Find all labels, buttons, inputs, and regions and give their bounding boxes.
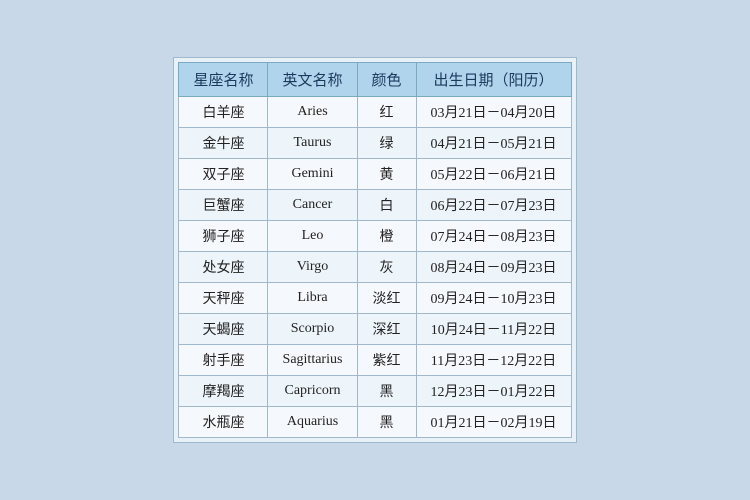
table-cell: 红 <box>357 97 416 128</box>
table-row: 天秤座Libra淡红09月24日－10月23日 <box>179 283 571 314</box>
table-cell: 金牛座 <box>179 128 268 159</box>
table-cell: 绿 <box>357 128 416 159</box>
table-cell: Taurus <box>268 128 357 159</box>
table-cell: 橙 <box>357 221 416 252</box>
table-cell: Aquarius <box>268 407 357 438</box>
table-cell: 11月23日－12月22日 <box>416 345 571 376</box>
table-header-cell: 颜色 <box>357 63 416 97</box>
table-header-cell: 星座名称 <box>179 63 268 97</box>
zodiac-table-container: 星座名称英文名称颜色出生日期（阳历） 白羊座Aries红03月21日－04月20… <box>173 57 576 443</box>
table-cell: 双子座 <box>179 159 268 190</box>
table-cell: Capricorn <box>268 376 357 407</box>
table-cell: 巨蟹座 <box>179 190 268 221</box>
table-cell: 摩羯座 <box>179 376 268 407</box>
table-cell: 07月24日－08月23日 <box>416 221 571 252</box>
table-row: 狮子座Leo橙07月24日－08月23日 <box>179 221 571 252</box>
table-cell: 黑 <box>357 407 416 438</box>
table-cell: 天秤座 <box>179 283 268 314</box>
table-cell: 水瓶座 <box>179 407 268 438</box>
table-cell: 05月22日－06月21日 <box>416 159 571 190</box>
table-row: 金牛座Taurus绿04月21日－05月21日 <box>179 128 571 159</box>
table-cell: 射手座 <box>179 345 268 376</box>
table-row: 天蝎座Scorpio深红10月24日－11月22日 <box>179 314 571 345</box>
table-cell: 黄 <box>357 159 416 190</box>
table-row: 水瓶座Aquarius黑01月21日－02月19日 <box>179 407 571 438</box>
table-row: 白羊座Aries红03月21日－04月20日 <box>179 97 571 128</box>
table-row: 处女座Virgo灰08月24日－09月23日 <box>179 252 571 283</box>
table-row: 双子座Gemini黄05月22日－06月21日 <box>179 159 571 190</box>
table-cell: Gemini <box>268 159 357 190</box>
table-cell: 03月21日－04月20日 <box>416 97 571 128</box>
table-header-row: 星座名称英文名称颜色出生日期（阳历） <box>179 63 571 97</box>
table-cell: 灰 <box>357 252 416 283</box>
table-cell: 天蝎座 <box>179 314 268 345</box>
table-cell: 12月23日－01月22日 <box>416 376 571 407</box>
table-cell: 09月24日－10月23日 <box>416 283 571 314</box>
table-cell: 08月24日－09月23日 <box>416 252 571 283</box>
table-cell: 黑 <box>357 376 416 407</box>
table-cell: Libra <box>268 283 357 314</box>
table-cell: Scorpio <box>268 314 357 345</box>
table-cell: 狮子座 <box>179 221 268 252</box>
table-cell: 淡红 <box>357 283 416 314</box>
table-cell: 白羊座 <box>179 97 268 128</box>
table-cell: 04月21日－05月21日 <box>416 128 571 159</box>
table-row: 巨蟹座Cancer白06月22日－07月23日 <box>179 190 571 221</box>
table-cell: 紫红 <box>357 345 416 376</box>
table-cell: Sagittarius <box>268 345 357 376</box>
table-cell: 01月21日－02月19日 <box>416 407 571 438</box>
table-cell: 处女座 <box>179 252 268 283</box>
table-cell: 白 <box>357 190 416 221</box>
table-cell: 深红 <box>357 314 416 345</box>
zodiac-table: 星座名称英文名称颜色出生日期（阳历） 白羊座Aries红03月21日－04月20… <box>178 62 571 438</box>
table-header-cell: 出生日期（阳历） <box>416 63 571 97</box>
table-cell: 06月22日－07月23日 <box>416 190 571 221</box>
table-cell: 10月24日－11月22日 <box>416 314 571 345</box>
table-cell: Virgo <box>268 252 357 283</box>
table-row: 射手座Sagittarius紫红11月23日－12月22日 <box>179 345 571 376</box>
table-cell: Aries <box>268 97 357 128</box>
table-cell: Cancer <box>268 190 357 221</box>
table-header-cell: 英文名称 <box>268 63 357 97</box>
table-row: 摩羯座Capricorn黑12月23日－01月22日 <box>179 376 571 407</box>
table-cell: Leo <box>268 221 357 252</box>
